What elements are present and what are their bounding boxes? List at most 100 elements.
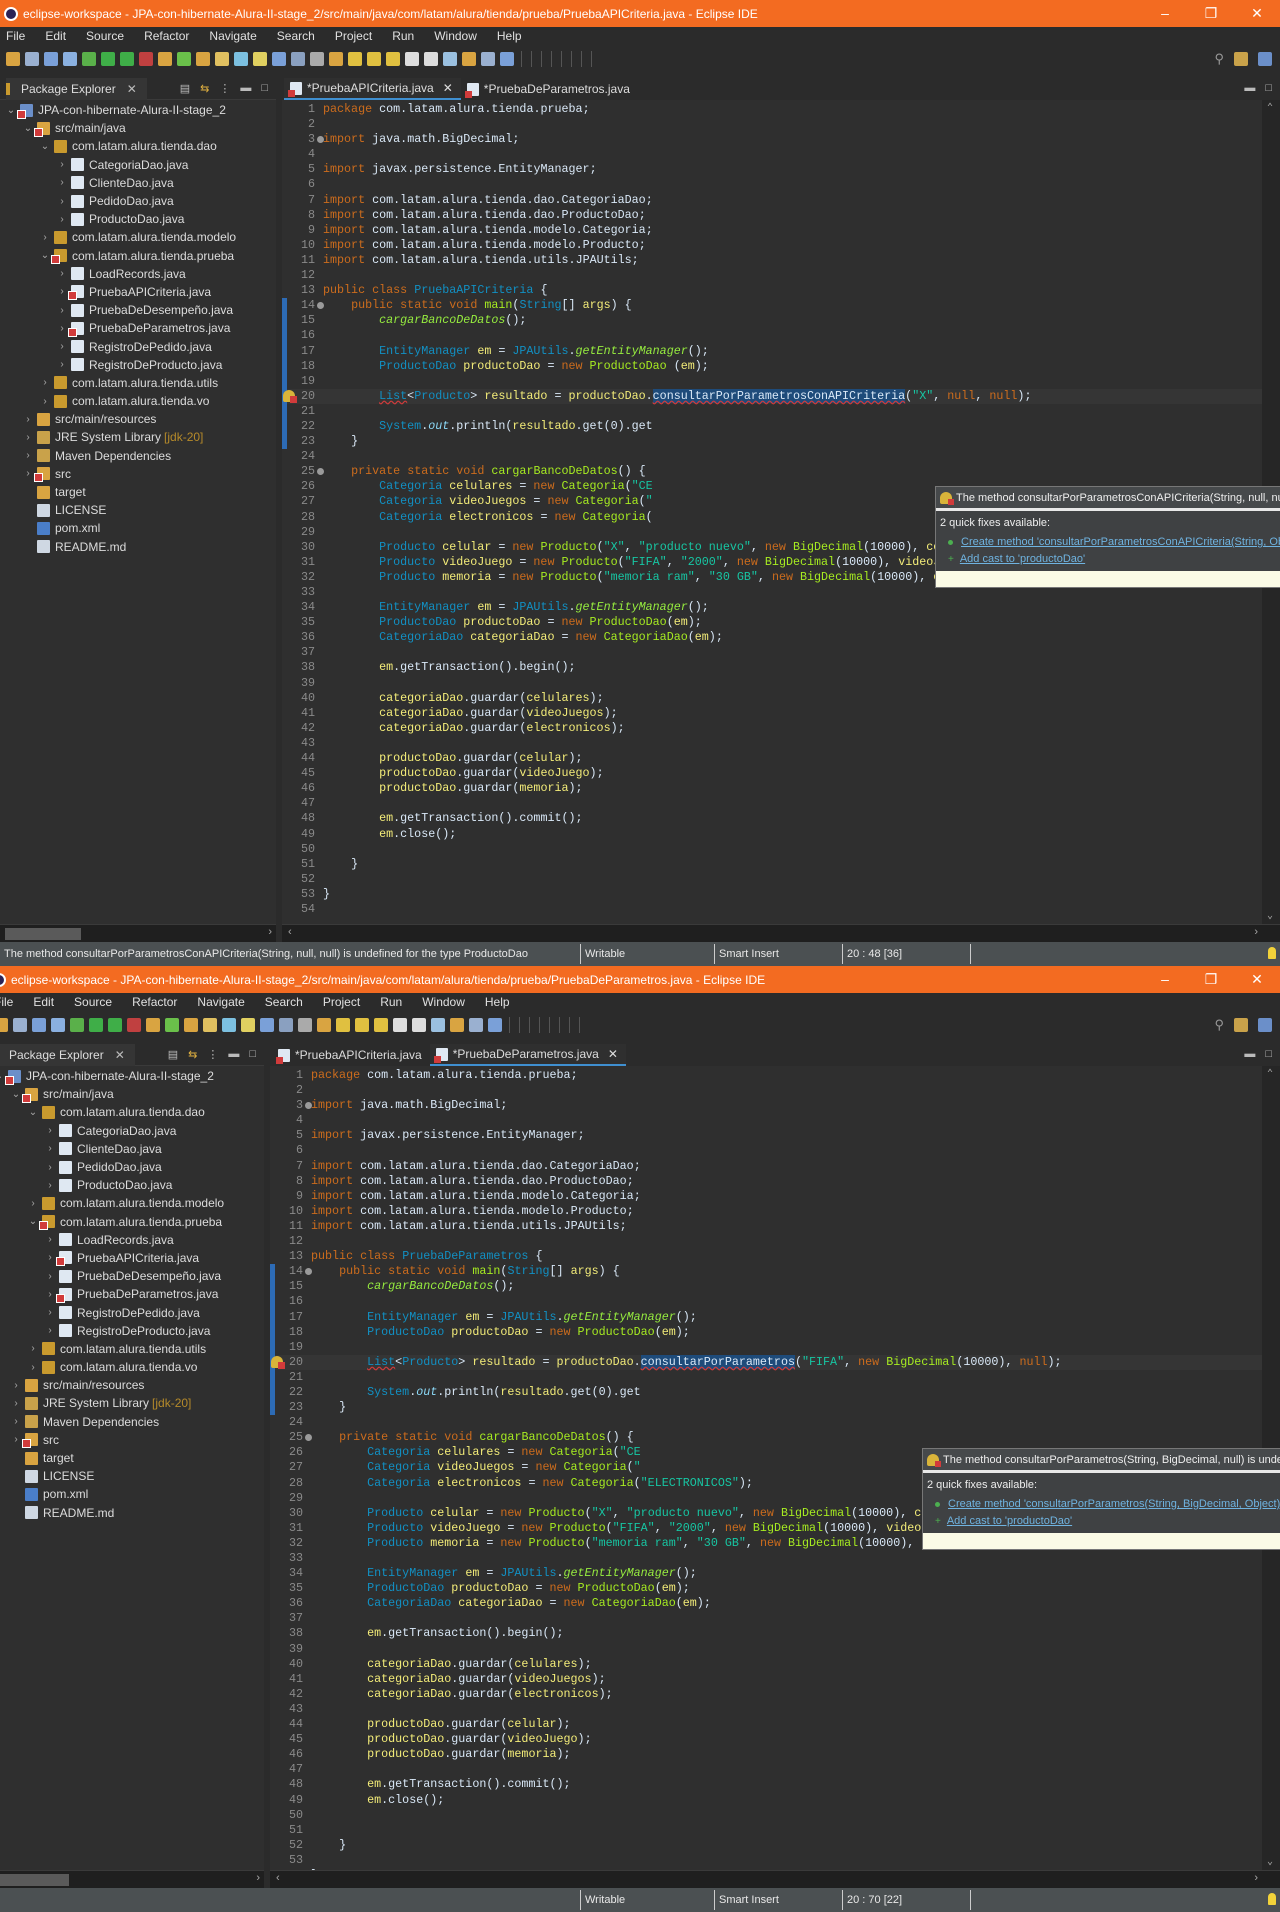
tree-item[interactable]: › com.latam.alura.tienda.modelo bbox=[0, 228, 276, 246]
save-all-icon[interactable] bbox=[82, 51, 96, 66]
tree-item[interactable]: › com.latam.alura.tienda.vo bbox=[0, 392, 276, 410]
tree-item[interactable]: › com.latam.alura.tienda.utils bbox=[0, 1340, 264, 1358]
new-class-icon[interactable] bbox=[222, 1017, 236, 1032]
external-tools-icon[interactable] bbox=[196, 51, 210, 66]
chevron-right-icon[interactable]: › bbox=[26, 1343, 40, 1354]
coverage-icon[interactable] bbox=[165, 1017, 179, 1032]
new-dropdown-icon[interactable] bbox=[13, 1017, 27, 1032]
chevron-right-icon[interactable]: › bbox=[21, 432, 35, 443]
menu-help[interactable]: Help bbox=[485, 995, 510, 1009]
tree-item[interactable]: › CategoriaDao.java bbox=[0, 156, 276, 174]
task-icon[interactable] bbox=[500, 51, 514, 66]
tree-item[interactable]: › JRE System Library [jdk-20] bbox=[0, 428, 276, 446]
prev-annotation-icon[interactable] bbox=[393, 1017, 407, 1032]
menu-window[interactable]: Window bbox=[434, 29, 477, 43]
collapse-all-icon[interactable]: ▤ bbox=[168, 1048, 178, 1061]
save-all-icon[interactable] bbox=[70, 1017, 84, 1032]
tree-item[interactable]: ⌄ com.latam.alura.tienda.prueba bbox=[0, 247, 276, 265]
chevron-right-icon[interactable]: › bbox=[55, 177, 69, 188]
menu-search[interactable]: Search bbox=[265, 995, 303, 1009]
chevron-right-icon[interactable]: › bbox=[55, 305, 69, 316]
link-with-editor-icon[interactable]: ⇆ bbox=[188, 1048, 197, 1061]
quick-fix-add-cast[interactable]: Add cast to 'productoDao' bbox=[960, 553, 1085, 565]
open-perspective-icon[interactable] bbox=[1234, 1018, 1248, 1032]
chevron-right-icon[interactable]: › bbox=[21, 450, 35, 461]
minimize-editor-icon[interactable]: ▬ bbox=[1244, 82, 1255, 94]
save-icon[interactable] bbox=[51, 1017, 65, 1032]
tree-item[interactable]: target bbox=[0, 483, 276, 501]
coverage-icon[interactable] bbox=[177, 51, 191, 66]
explorer-horizontal-scrollbar[interactable]: › bbox=[0, 924, 276, 942]
task-icon[interactable] bbox=[488, 1017, 502, 1032]
chevron-right-icon[interactable]: › bbox=[21, 414, 35, 425]
next-icon[interactable] bbox=[469, 1017, 483, 1032]
chevron-right-icon[interactable]: › bbox=[9, 1434, 23, 1445]
search-icon[interactable]: ⚲ bbox=[1214, 1017, 1224, 1033]
tree-item[interactable]: › ClienteDao.java bbox=[0, 174, 276, 192]
menu-help[interactable]: Help bbox=[497, 29, 522, 43]
tree-item[interactable]: ⌄ src/main/java bbox=[0, 1085, 264, 1103]
chevron-right-icon[interactable]: › bbox=[38, 232, 52, 243]
chevron-right-icon[interactable]: › bbox=[43, 1252, 57, 1263]
error-lightbulb-icon[interactable] bbox=[283, 389, 297, 403]
close-button[interactable]: ✕ bbox=[1234, 966, 1280, 993]
chevron-right-icon[interactable]: › bbox=[55, 159, 69, 170]
chevron-down-icon[interactable]: ⌄ bbox=[21, 123, 35, 134]
new-icon[interactable] bbox=[6, 51, 20, 66]
chevron-right-icon[interactable]: › bbox=[43, 1162, 57, 1173]
chevron-right-icon[interactable]: › bbox=[55, 196, 69, 207]
collapse-all-icon[interactable]: ▤ bbox=[180, 82, 190, 95]
minimize-button[interactable]: – bbox=[1142, 0, 1188, 27]
menu-run[interactable]: Run bbox=[380, 995, 402, 1009]
chevron-right-icon[interactable]: › bbox=[55, 214, 69, 225]
menu-edit[interactable]: Edit bbox=[33, 995, 54, 1009]
chevron-right-icon[interactable]: › bbox=[55, 323, 69, 334]
tree-item[interactable]: target bbox=[0, 1449, 264, 1467]
open-perspective-icon[interactable] bbox=[1234, 52, 1248, 66]
menu-navigate[interactable]: Navigate bbox=[197, 995, 244, 1009]
error-lightbulb-icon[interactable] bbox=[271, 1355, 285, 1369]
chevron-right-icon[interactable]: › bbox=[43, 1143, 57, 1154]
chevron-right-icon[interactable]: › bbox=[26, 1362, 40, 1373]
new-java-project-icon[interactable] bbox=[215, 51, 229, 66]
quick-fix-create-method[interactable]: Create method 'consultarPorParametrosCon… bbox=[961, 536, 1280, 548]
menu-search[interactable]: Search bbox=[277, 29, 315, 43]
block-selection-icon[interactable] bbox=[317, 1017, 331, 1032]
chevron-right-icon[interactable]: › bbox=[55, 286, 69, 297]
tree-item[interactable]: LICENSE bbox=[0, 501, 276, 519]
chevron-down-icon[interactable]: ⌄ bbox=[4, 105, 18, 116]
tip-bulb-icon[interactable] bbox=[1268, 947, 1276, 959]
chevron-right-icon[interactable]: › bbox=[43, 1125, 57, 1136]
view-menu-icon[interactable]: ⋮ bbox=[219, 82, 230, 95]
debug-icon[interactable] bbox=[127, 1017, 141, 1032]
tree-item[interactable]: › PruebaDeParametros.java bbox=[0, 1285, 264, 1303]
chevron-right-icon[interactable]: › bbox=[43, 1271, 57, 1282]
toggle-mark-icon[interactable] bbox=[291, 51, 305, 66]
tree-item[interactable]: › src bbox=[0, 465, 276, 483]
chevron-right-icon[interactable]: › bbox=[38, 396, 52, 407]
chevron-down-icon[interactable]: ⌄ bbox=[26, 1107, 40, 1118]
prev-annotation-icon[interactable] bbox=[405, 51, 419, 66]
close-view-icon[interactable]: ✕ bbox=[127, 82, 137, 96]
tree-item[interactable]: › src bbox=[0, 1431, 264, 1449]
minimize-editor-icon[interactable]: ▬ bbox=[1244, 1048, 1255, 1060]
quick-fix-add-cast[interactable]: Add cast to 'productoDao' bbox=[947, 1515, 1072, 1527]
maximize-view-icon[interactable]: □ bbox=[249, 1048, 256, 1061]
chevron-right-icon[interactable]: › bbox=[21, 468, 35, 479]
chevron-right-icon[interactable]: › bbox=[43, 1180, 57, 1191]
tree-item[interactable]: › com.latam.alura.tienda.utils bbox=[0, 374, 276, 392]
java-perspective-icon[interactable] bbox=[1258, 52, 1272, 66]
tree-item[interactable]: › ProductoDao.java bbox=[0, 210, 276, 228]
tree-item[interactable]: › src/main/resources bbox=[0, 410, 276, 428]
save-icon[interactable] bbox=[63, 51, 77, 66]
quick-fix-create-method[interactable]: Create method 'consultarPorParametros(St… bbox=[948, 1498, 1280, 1510]
search-icon[interactable] bbox=[108, 1017, 122, 1032]
new-java-project-icon[interactable] bbox=[203, 1017, 217, 1032]
new-dropdown-icon[interactable] bbox=[25, 51, 39, 66]
menu-run[interactable]: Run bbox=[392, 29, 414, 43]
tree-item[interactable]: README.md bbox=[0, 538, 276, 556]
tree-item[interactable]: › PedidoDao.java bbox=[0, 192, 276, 210]
highlight-icon[interactable] bbox=[298, 1017, 312, 1032]
tree-item[interactable]: › PruebaDeParametros.java bbox=[0, 319, 276, 337]
next-annotation-icon[interactable] bbox=[386, 51, 400, 66]
